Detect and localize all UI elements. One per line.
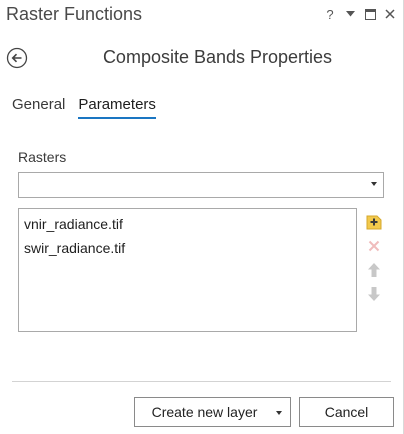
dropdown-arrow-icon xyxy=(371,182,377,186)
close-icon[interactable] xyxy=(382,5,398,23)
properties-title: Composite Bands Properties xyxy=(102,47,333,67)
move-down-button[interactable] xyxy=(364,282,384,306)
create-new-layer-button[interactable]: Create new layer xyxy=(134,397,291,427)
title-bar-controls: ? xyxy=(318,5,398,23)
properties-tabs: General Parameters xyxy=(12,96,169,119)
raster-functions-pane: Raster Functions ? Composite Bands Prope… xyxy=(0,0,404,434)
back-button[interactable] xyxy=(6,47,28,69)
list-item[interactable]: vnir_radiance.tif xyxy=(19,212,356,236)
remove-icon xyxy=(368,240,380,252)
add-raster-button[interactable] xyxy=(364,210,384,234)
add-icon xyxy=(366,215,382,230)
chevron-down-icon[interactable] xyxy=(276,411,282,415)
create-new-layer-label: Create new layer xyxy=(151,404,258,420)
footer-divider xyxy=(12,381,391,382)
move-up-button[interactable] xyxy=(364,258,384,282)
remove-raster-button[interactable] xyxy=(364,234,384,258)
arrow-up-icon xyxy=(368,263,380,277)
cancel-button[interactable]: Cancel xyxy=(299,397,394,427)
list-item[interactable]: swir_radiance.tif xyxy=(19,236,356,260)
maximize-icon[interactable] xyxy=(362,5,378,23)
pane-title-bar: Raster Functions ? xyxy=(0,0,404,30)
help-icon[interactable]: ? xyxy=(322,5,338,23)
back-arrow-icon xyxy=(6,47,28,69)
rasters-list[interactable]: vnir_radiance.tif swir_radiance.tif xyxy=(18,208,357,332)
list-actions xyxy=(364,210,384,306)
tab-general[interactable]: General xyxy=(12,96,65,118)
rasters-dropdown[interactable] xyxy=(18,172,384,198)
tab-parameters[interactable]: Parameters xyxy=(78,96,156,119)
arrow-down-icon xyxy=(368,287,380,301)
rasters-label: Rasters xyxy=(18,149,67,165)
pane-title: Raster Functions xyxy=(6,4,143,24)
options-menu-icon[interactable] xyxy=(342,5,358,23)
